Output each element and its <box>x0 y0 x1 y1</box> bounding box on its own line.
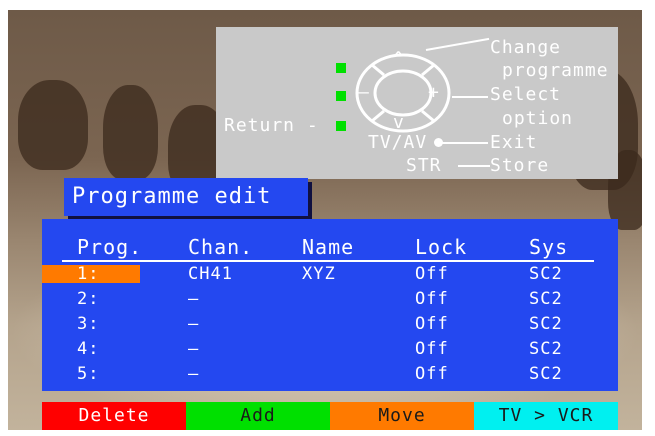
row-3-lock-cell[interactable]: Off <box>415 314 449 334</box>
header-prog: Prog. <box>77 235 143 259</box>
row-3-prog-cell[interactable]: 3: <box>77 314 99 334</box>
row-1-chan-cell[interactable]: CH41 <box>188 264 233 284</box>
add-button[interactable]: Add <box>186 402 330 430</box>
header-chan: Chan. <box>188 235 254 259</box>
row-5-lock-cell[interactable]: Off <box>415 364 449 384</box>
row-2-prog-cell[interactable]: 2: <box>77 289 99 309</box>
pad-up-glyph: ^ <box>393 48 405 69</box>
row-2-sys-cell[interactable]: SC2 <box>529 289 563 309</box>
pad-right-glyph: + <box>428 82 440 103</box>
remote-help-panel: ^ v – + Change programme Select option R… <box>216 27 618 179</box>
row-3-sys-cell[interactable]: SC2 <box>529 314 563 334</box>
move-button[interactable]: Move <box>330 402 474 430</box>
header-sys: Sys <box>529 235 569 259</box>
row-4-lock-cell[interactable]: Off <box>415 339 449 359</box>
return-label: Return - <box>224 115 319 136</box>
header-name: Name <box>302 235 355 259</box>
pad-left-glyph: – <box>358 82 370 103</box>
row-3-chan-cell[interactable]: – <box>188 314 199 334</box>
store-label: Store <box>490 155 550 176</box>
green-indicator-icon <box>336 91 346 101</box>
row-5-prog-cell[interactable]: 5: <box>77 364 99 384</box>
tv-vcr-button[interactable]: TV > VCR <box>474 402 618 430</box>
green-indicator-icon <box>336 121 346 131</box>
header-lock: Lock <box>415 235 468 259</box>
row-2-chan-cell[interactable]: – <box>188 289 199 309</box>
row-4-prog-cell[interactable]: 4: <box>77 339 99 359</box>
row-1-lock-cell[interactable]: Off <box>415 264 449 284</box>
str-label: STR <box>406 155 442 176</box>
pad-down-glyph: v <box>393 112 405 133</box>
exit-label: Exit <box>490 132 538 153</box>
row-5-chan-cell[interactable]: – <box>188 364 199 384</box>
tvav-label: TV/AV <box>368 132 428 153</box>
row-1-name-cell[interactable]: XYZ <box>302 264 336 284</box>
change-label: Change <box>490 37 562 58</box>
green-indicator-icon <box>336 63 346 73</box>
row-4-sys-cell[interactable]: SC2 <box>529 339 563 359</box>
row-1-sys-cell[interactable]: SC2 <box>529 264 563 284</box>
row-1-prog-cell[interactable]: 1: <box>77 264 99 284</box>
delete-button[interactable]: Delete <box>42 402 186 430</box>
programme-label: programme <box>502 60 609 81</box>
row-2-lock-cell[interactable]: Off <box>415 289 449 309</box>
row-5-sys-cell[interactable]: SC2 <box>529 364 563 384</box>
option-label: option <box>502 108 574 129</box>
row-4-chan-cell[interactable]: – <box>188 339 199 359</box>
select-label: Select <box>490 84 562 105</box>
header-divider <box>62 260 594 262</box>
menu-title: Programme edit <box>64 178 308 216</box>
